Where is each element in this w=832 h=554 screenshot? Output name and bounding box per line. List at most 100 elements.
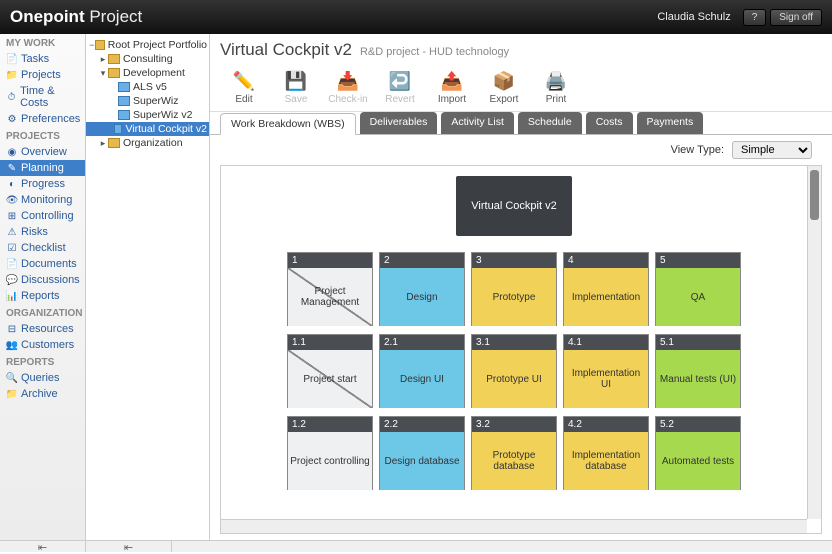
discussions-icon: 💬 xyxy=(6,274,18,286)
wbs-node-number: 4.2 xyxy=(564,417,648,432)
sidebar-item-time-costs[interactable]: ⏱Time & Costs xyxy=(0,83,85,111)
project-tree: −Root Project Portfolio▸Consulting▾Devel… xyxy=(86,34,210,540)
wbs-node[interactable]: 1.2Project controlling xyxy=(287,416,373,490)
bottom-splitter[interactable]: ⇤⇤ xyxy=(0,540,832,552)
save-button: 💾Save xyxy=(272,68,320,105)
sidebar-item-progress[interactable]: ◐Progress xyxy=(0,176,85,192)
tree-toggle-icon[interactable]: ▸ xyxy=(98,138,108,149)
sidebar-item-reports[interactable]: 📊Reports xyxy=(0,288,85,304)
wbs-node-title: Implementation UI xyxy=(564,350,648,408)
sidebar-item-checklist[interactable]: ☑Checklist xyxy=(0,240,85,256)
wbs-node-number: 3 xyxy=(472,253,556,268)
tab-deliverables[interactable]: Deliverables xyxy=(360,112,438,134)
wbs-node[interactable]: 4.2Implementation database xyxy=(563,416,649,490)
edit-button[interactable]: ✏️Edit xyxy=(220,68,268,105)
wbs-row: 1.2Project controlling2.2Design database… xyxy=(229,416,799,490)
wbs-node[interactable]: 4.1Implementation UI xyxy=(563,334,649,408)
sidebar-item-discussions[interactable]: 💬Discussions xyxy=(0,272,85,288)
tab-payments[interactable]: Payments xyxy=(637,112,704,134)
tree-node[interactable]: ▸Consulting xyxy=(86,52,209,66)
wbs-node[interactable]: 5QA xyxy=(655,252,741,326)
export-icon: 📦 xyxy=(480,68,528,94)
tree-node[interactable]: −Root Project Portfolio xyxy=(86,38,209,52)
signoff-button[interactable]: Sign off xyxy=(770,9,822,26)
wbs-canvas[interactable]: Virtual Cockpit v2 1Project Management2De… xyxy=(221,166,807,519)
current-user: Claudia Schulz xyxy=(657,11,730,23)
wbs-node[interactable]: 2Design xyxy=(379,252,465,326)
wbs-node-number: 3.1 xyxy=(472,335,556,350)
sidebar-item-resources[interactable]: ⊟Resources xyxy=(0,321,85,337)
documents-icon: 📄 xyxy=(6,258,18,270)
tree-node[interactable]: ▾Development xyxy=(86,66,209,80)
monitoring-icon: 👁 xyxy=(6,194,18,206)
wbs-node-number: 5 xyxy=(656,253,740,268)
vertical-scrollbar[interactable] xyxy=(807,166,821,519)
tab-schedule[interactable]: Schedule xyxy=(518,112,582,134)
print-button[interactable]: 🖨️Print xyxy=(532,68,580,105)
wbs-root-node[interactable]: Virtual Cockpit v2 xyxy=(456,176,572,236)
wbs-node-title: Design database xyxy=(380,432,464,490)
sidebar-item-documents[interactable]: 📄Documents xyxy=(0,256,85,272)
sidebar-item-archive[interactable]: 📁Archive xyxy=(0,386,85,402)
folder-icon xyxy=(95,40,104,50)
risks-icon: ⚠ xyxy=(6,226,18,238)
wbs-node-title: Implementation xyxy=(564,268,648,326)
sidebar-item-risks[interactable]: ⚠Risks xyxy=(0,224,85,240)
wbs-node[interactable]: 3.2Prototype database xyxy=(471,416,557,490)
planning-icon: ✎ xyxy=(6,162,18,174)
tab-work-breakdown-wbs-[interactable]: Work Breakdown (WBS) xyxy=(220,113,356,135)
sidebar-item-overview[interactable]: ◉Overview xyxy=(0,144,85,160)
top-bar: Onepoint Project Claudia Schulz ? Sign o… xyxy=(0,0,832,34)
sidebar-item-planning[interactable]: ✎Planning xyxy=(0,160,85,176)
wbs-node-number: 3.2 xyxy=(472,417,556,432)
wbs-node[interactable]: 1Project Management xyxy=(287,252,373,326)
sidebar-item-customers[interactable]: 👥Customers xyxy=(0,337,85,353)
tree-toggle-icon[interactable]: ▾ xyxy=(98,68,108,79)
sidebar-item-controlling[interactable]: ⊞Controlling xyxy=(0,208,85,224)
tree-node[interactable]: ALS v5 xyxy=(86,80,209,94)
tree-toggle-icon[interactable]: − xyxy=(88,40,95,50)
wbs-node[interactable]: 5.1Manual tests (UI) xyxy=(655,334,741,408)
help-button[interactable]: ? xyxy=(743,9,767,26)
wbs-node[interactable]: 4Implementation xyxy=(563,252,649,326)
tree-node[interactable]: ▸Organization xyxy=(86,136,209,150)
tree-node[interactable]: SuperWiz v2 xyxy=(86,108,209,122)
tree-node[interactable]: SuperWiz xyxy=(86,94,209,108)
horizontal-scrollbar[interactable] xyxy=(221,519,807,533)
sidebar-item-monitoring[interactable]: 👁Monitoring xyxy=(0,192,85,208)
tab-activity-list[interactable]: Activity List xyxy=(441,112,514,134)
tree-toggle-icon[interactable]: ▸ xyxy=(98,54,108,65)
sidebar-item-tasks[interactable]: 📄Tasks xyxy=(0,51,85,67)
sidebar-item-queries[interactable]: 🔍Queries xyxy=(0,370,85,386)
sidebar-item-preferences[interactable]: ⚙Preferences xyxy=(0,111,85,127)
wbs-node-number: 2.2 xyxy=(380,417,464,432)
wbs-node-title: Manual tests (UI) xyxy=(656,350,740,408)
import-button[interactable]: 📤Import xyxy=(428,68,476,105)
wbs-node-number: 1 xyxy=(288,253,372,268)
wbs-node[interactable]: 2.2Design database xyxy=(379,416,465,490)
tasks-icon: 📄 xyxy=(6,53,18,65)
viewtype-select[interactable]: Simple xyxy=(732,141,812,159)
time-costs-icon: ⏱ xyxy=(6,91,17,103)
print-icon: 🖨️ xyxy=(532,68,580,94)
wbs-row: 1.1Project start2.1Design UI3.1Prototype… xyxy=(229,334,799,408)
sidebar-item-projects[interactable]: 📁Projects xyxy=(0,67,85,83)
wbs-node-title: QA xyxy=(656,268,740,326)
folder-icon xyxy=(108,138,120,148)
tree-node[interactable]: Virtual Cockpit v2 xyxy=(86,122,209,136)
wbs-node-title: Design xyxy=(380,268,464,326)
wbs-node-number: 4 xyxy=(564,253,648,268)
wbs-node[interactable]: 3Prototype xyxy=(471,252,557,326)
wbs-node[interactable]: 5.2Automated tests xyxy=(655,416,741,490)
wbs-node-title: Project Management xyxy=(288,268,372,326)
wbs-node[interactable]: 2.1Design UI xyxy=(379,334,465,408)
wbs-node-number: 5.2 xyxy=(656,417,740,432)
folder-icon xyxy=(108,54,120,64)
wbs-node-number: 4.1 xyxy=(564,335,648,350)
wbs-node[interactable]: 1.1Project start xyxy=(287,334,373,408)
export-button[interactable]: 📦Export xyxy=(480,68,528,105)
wbs-node-number: 2.1 xyxy=(380,335,464,350)
tab-costs[interactable]: Costs xyxy=(586,112,633,134)
wbs-node[interactable]: 3.1Prototype UI xyxy=(471,334,557,408)
wbs-node-title: Prototype UI xyxy=(472,350,556,408)
